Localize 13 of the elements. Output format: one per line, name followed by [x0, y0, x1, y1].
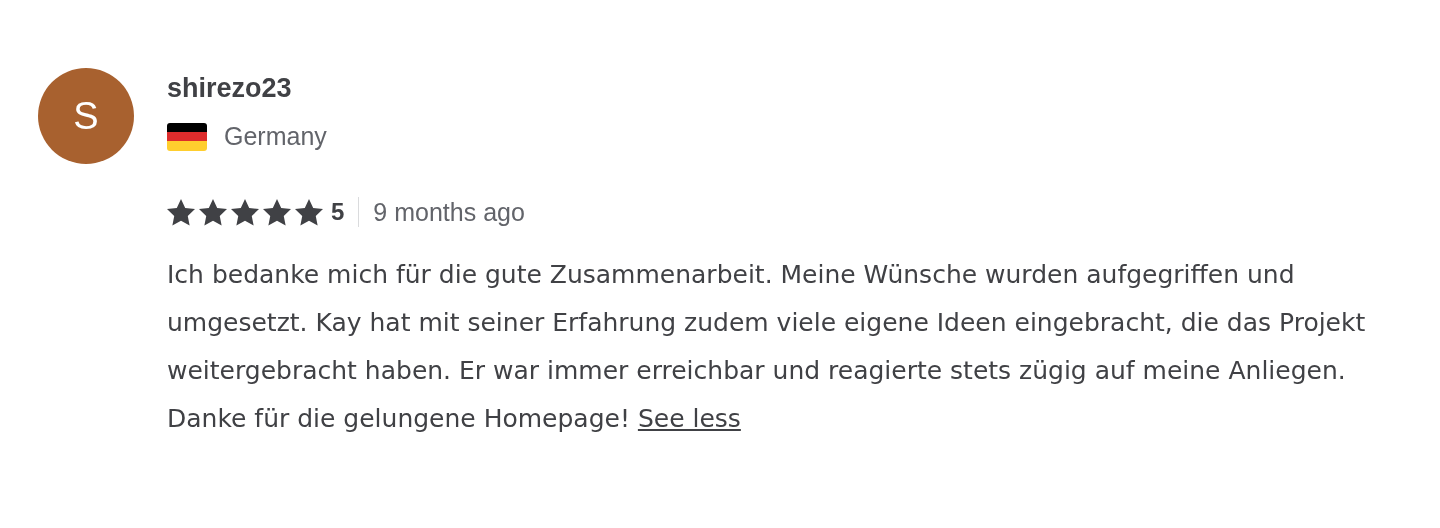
review-text: Ich bedanke mich für die gute Zusammenarbeit. Meine Wünsche wurden aufgegriffen und umgesetzt. Kay hat mit seiner Erfahrung zudem viele eigene Ideen eingebracht, die das Projekt weitergebracht haben. Er war immer erreichbar und reagierte stets zügig auf meine Anliegen. Danke für die gelungene Homepage! See less [167, 259, 1367, 435]
rating-value: 5 [331, 197, 345, 228]
star-icon [199, 198, 227, 226]
star-icon [295, 198, 323, 226]
star-icon [231, 198, 259, 226]
avatar: S [38, 68, 134, 164]
star-icon [263, 198, 291, 226]
username: shirezo23 [167, 72, 292, 105]
see-less-link[interactable]: See less [637, 404, 741, 433]
star-icon [167, 198, 195, 226]
review-time: 9 months ago [373, 196, 525, 228]
country-label: Germany [224, 121, 327, 152]
flag-icon [167, 122, 207, 151]
